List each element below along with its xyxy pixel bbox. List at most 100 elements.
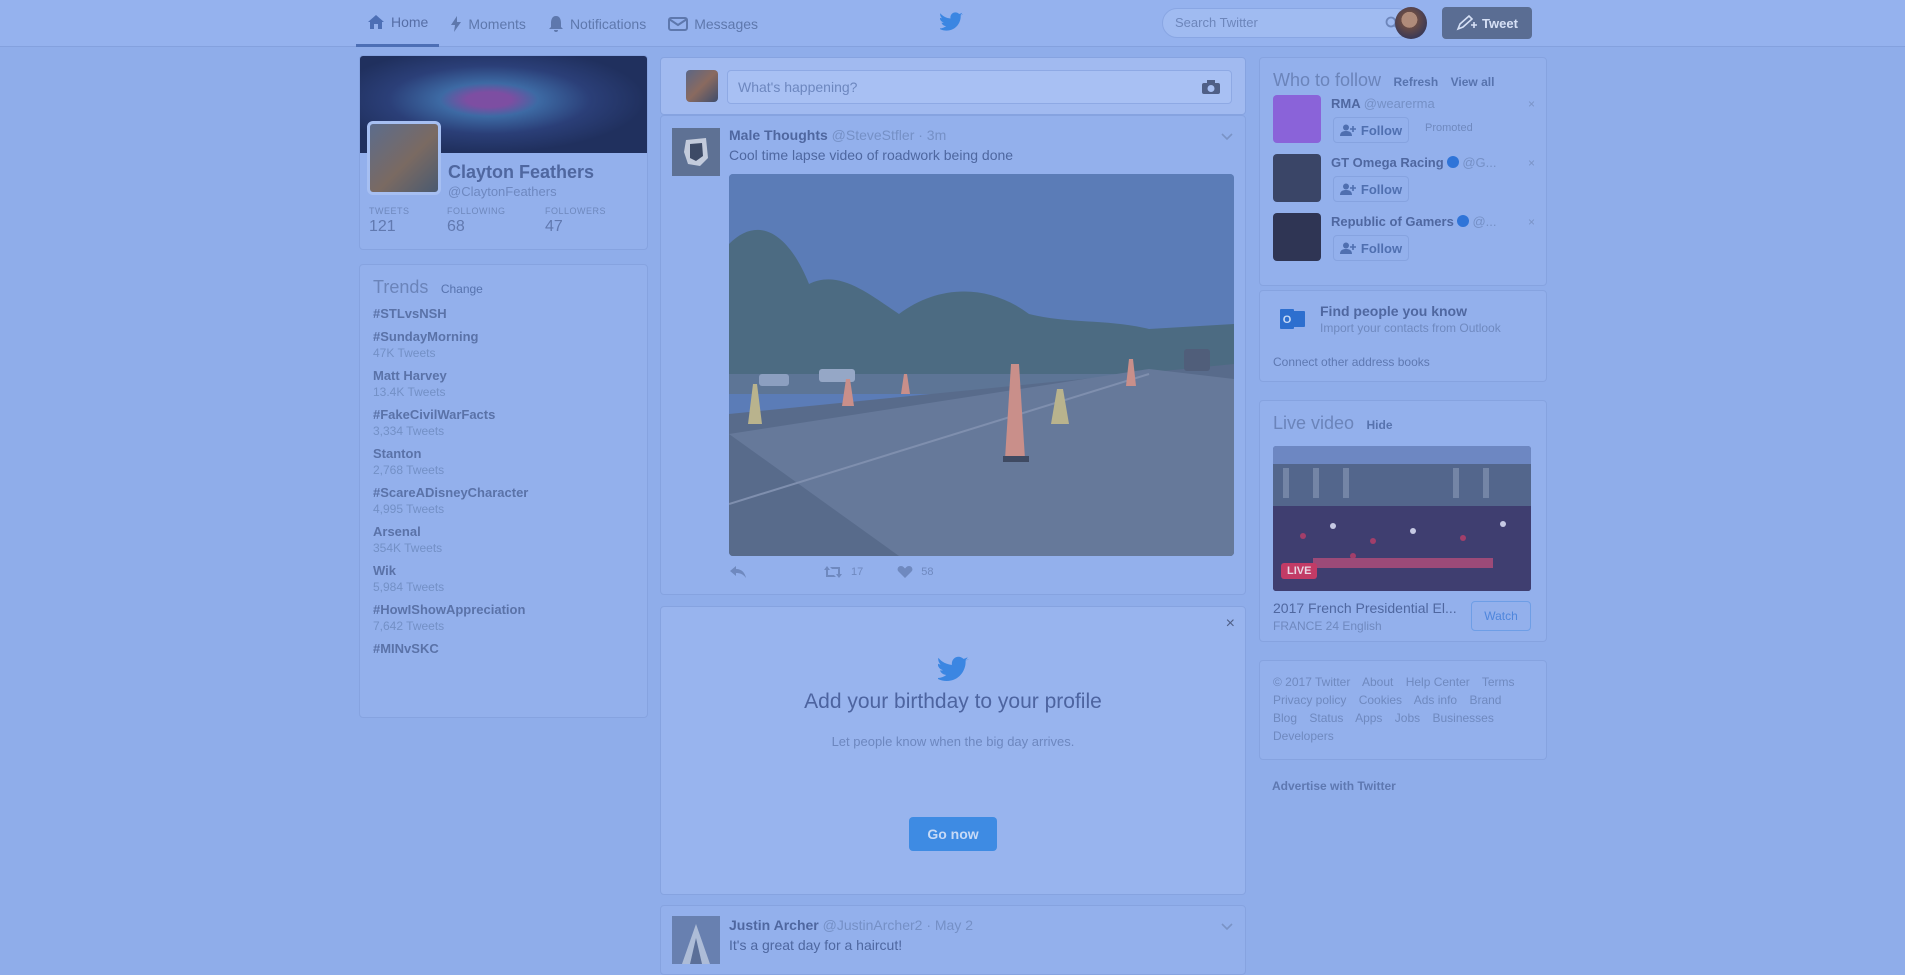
stat-tweets[interactable]: TWEETS 121 <box>369 206 447 236</box>
trend-item[interactable]: #SundayMorning 47K Tweets <box>373 329 634 360</box>
live-header: Live video Hide <box>1273 413 1533 434</box>
view-all-link[interactable]: View all <box>1451 75 1495 89</box>
footer-link[interactable]: Apps <box>1355 711 1382 725</box>
chevron-down-icon[interactable] <box>1221 128 1233 146</box>
twitter-logo-icon[interactable] <box>938 12 964 37</box>
live-video-thumbnail[interactable]: LIVE <box>1273 446 1531 591</box>
connect-address-books-link[interactable]: Connect other address books <box>1273 355 1430 369</box>
trend-item[interactable]: Wik 5,984 Tweets <box>373 563 634 594</box>
trend-count: 354K Tweets <box>373 541 443 555</box>
trend-item[interactable]: Stanton 2,768 Tweets <box>373 446 634 477</box>
dismiss-icon[interactable]: × <box>1528 97 1535 111</box>
tweet-author-handle[interactable]: @JustinArcher2 <box>823 917 923 933</box>
search-input[interactable]: Search Twitter <box>1162 8 1412 38</box>
camera-icon[interactable] <box>1201 79 1221 95</box>
refresh-link[interactable]: Refresh <box>1394 75 1439 89</box>
trend-count: 47K Tweets <box>373 346 436 360</box>
profile-avatar[interactable] <box>367 121 441 195</box>
stat-value: 121 <box>369 218 396 235</box>
trends-change-link[interactable]: Change <box>441 282 483 296</box>
watch-button[interactable]: Watch <box>1471 601 1531 631</box>
hide-link[interactable]: Hide <box>1367 418 1393 432</box>
outlook-icon[interactable]: O <box>1280 307 1306 336</box>
trend-item[interactable]: #ScareADisneyCharacter 4,995 Tweets <box>373 485 634 516</box>
reply-button[interactable] <box>729 565 747 579</box>
tweet[interactable]: Justin Archer @JustinArcher2 · May 2 It'… <box>660 905 1246 975</box>
follow-button[interactable]: Follow <box>1333 235 1409 261</box>
tweet-media-video[interactable] <box>729 174 1234 556</box>
tweet-avatar[interactable] <box>672 128 720 176</box>
follow-button[interactable]: Follow <box>1333 117 1409 143</box>
tweet-button[interactable]: Tweet <box>1442 7 1532 39</box>
tweet-header: Justin Archer @JustinArcher2 · May 2 <box>729 917 973 933</box>
tweet-button-label: Tweet <box>1482 15 1518 31</box>
profile-handle[interactable]: @ClaytonFeathers <box>448 184 557 199</box>
like-button[interactable]: 58 <box>897 565 934 579</box>
tweet-time[interactable]: · May 2 <box>926 917 973 933</box>
footer-link[interactable]: Help Center <box>1406 675 1470 689</box>
footer-link[interactable]: Cookies <box>1359 693 1402 707</box>
footer-link[interactable]: Developers <box>1273 729 1334 743</box>
tweet-author-name[interactable]: Male Thoughts <box>729 127 828 143</box>
live-title: Live video <box>1273 413 1355 433</box>
nav-notifications[interactable]: Notifications <box>537 0 657 47</box>
stat-following[interactable]: FOLLOWING 68 <box>447 206 545 236</box>
like-count: 58 <box>921 566 934 578</box>
trend-item[interactable]: #STLvsNSH <box>373 306 634 321</box>
tweet-time[interactable]: · 3m <box>918 127 946 143</box>
footer-link[interactable]: Terms <box>1482 675 1515 689</box>
go-now-button[interactable]: Go now <box>909 817 997 851</box>
footer-link[interactable]: About <box>1362 675 1393 689</box>
suggestion-name[interactable]: GT Omega Racing @G... <box>1331 155 1496 170</box>
suggestion-name[interactable]: Republic of Gamers @... <box>1331 214 1496 229</box>
reply-icon <box>730 566 746 578</box>
tweet-author-name[interactable]: Justin Archer <box>729 917 819 933</box>
trend-item[interactable]: #HowIShowAppreciation 7,642 Tweets <box>373 602 634 633</box>
trend-count: 3,334 Tweets <box>373 424 445 438</box>
advertise-link[interactable]: Advertise with Twitter <box>1272 779 1396 793</box>
tweet[interactable]: Male Thoughts @SteveStfler · 3m Cool tim… <box>660 115 1246 595</box>
dismiss-icon[interactable]: × <box>1528 156 1535 170</box>
retweet-count: 17 <box>851 566 864 578</box>
footer-link[interactable]: Blog <box>1273 711 1297 725</box>
suggestion-name[interactable]: RMA @wearerma <box>1331 96 1435 111</box>
footer-link[interactable]: Status <box>1309 711 1343 725</box>
retweet-button[interactable]: 17 <box>823 565 863 579</box>
profile-name[interactable]: Clayton Feathers <box>448 162 594 183</box>
nav-moments[interactable]: Moments <box>439 0 537 47</box>
footer-link[interactable]: © 2017 Twitter <box>1273 675 1350 689</box>
close-icon[interactable]: × <box>1226 615 1235 633</box>
nav-home[interactable]: Home <box>356 0 440 47</box>
footer-link[interactable]: Ads info <box>1414 693 1457 707</box>
tweet-avatar[interactable] <box>672 916 720 964</box>
footer-link[interactable]: Businesses <box>1432 711 1493 725</box>
follow-button[interactable]: Follow <box>1333 176 1409 202</box>
footer-link[interactable]: Privacy policy <box>1273 693 1346 707</box>
trend-item[interactable]: Matt Harvey 13.4K Tweets <box>373 368 634 399</box>
user-avatar[interactable] <box>1395 7 1427 39</box>
footer-link[interactable]: Jobs <box>1395 711 1420 725</box>
birthday-title: Add your birthday to your profile <box>804 690 1102 713</box>
live-video-title[interactable]: 2017 French Presidential El... <box>1273 600 1457 616</box>
follow-label: Follow <box>1360 240 1403 256</box>
nav-messages[interactable]: Messages <box>657 0 769 47</box>
suggestion-avatar[interactable] <box>1273 213 1321 261</box>
suggestion-avatar[interactable] <box>1273 95 1321 143</box>
follow-suggestion: Republic of Gamers @... Follow × <box>1273 213 1535 265</box>
chevron-down-icon[interactable] <box>1221 918 1233 936</box>
trend-count: 7,642 Tweets <box>373 619 445 633</box>
find-people-title[interactable]: Find people you know <box>1320 303 1467 319</box>
footer-link[interactable]: Brand <box>1469 693 1501 707</box>
compose-input[interactable]: What's happening? <box>727 70 1232 104</box>
dismiss-icon[interactable]: × <box>1528 215 1535 229</box>
tweet-text: Cool time lapse video of roadwork being … <box>729 147 1014 163</box>
trend-item[interactable]: #FakeCivilWarFacts 3,334 Tweets <box>373 407 634 438</box>
trend-item[interactable]: #MINvSKC <box>373 641 634 656</box>
trend-item[interactable]: Arsenal 354K Tweets <box>373 524 634 555</box>
suggestion-avatar[interactable] <box>1273 154 1321 202</box>
birthday-prompt: × Add your birthday to your profile Let … <box>660 606 1246 895</box>
stat-followers[interactable]: FOLLOWERS 47 <box>545 206 623 236</box>
trend-name: #MINvSKC <box>373 641 439 656</box>
add-user-icon <box>1339 183 1356 195</box>
tweet-author-handle[interactable]: @SteveStfler <box>832 127 915 143</box>
